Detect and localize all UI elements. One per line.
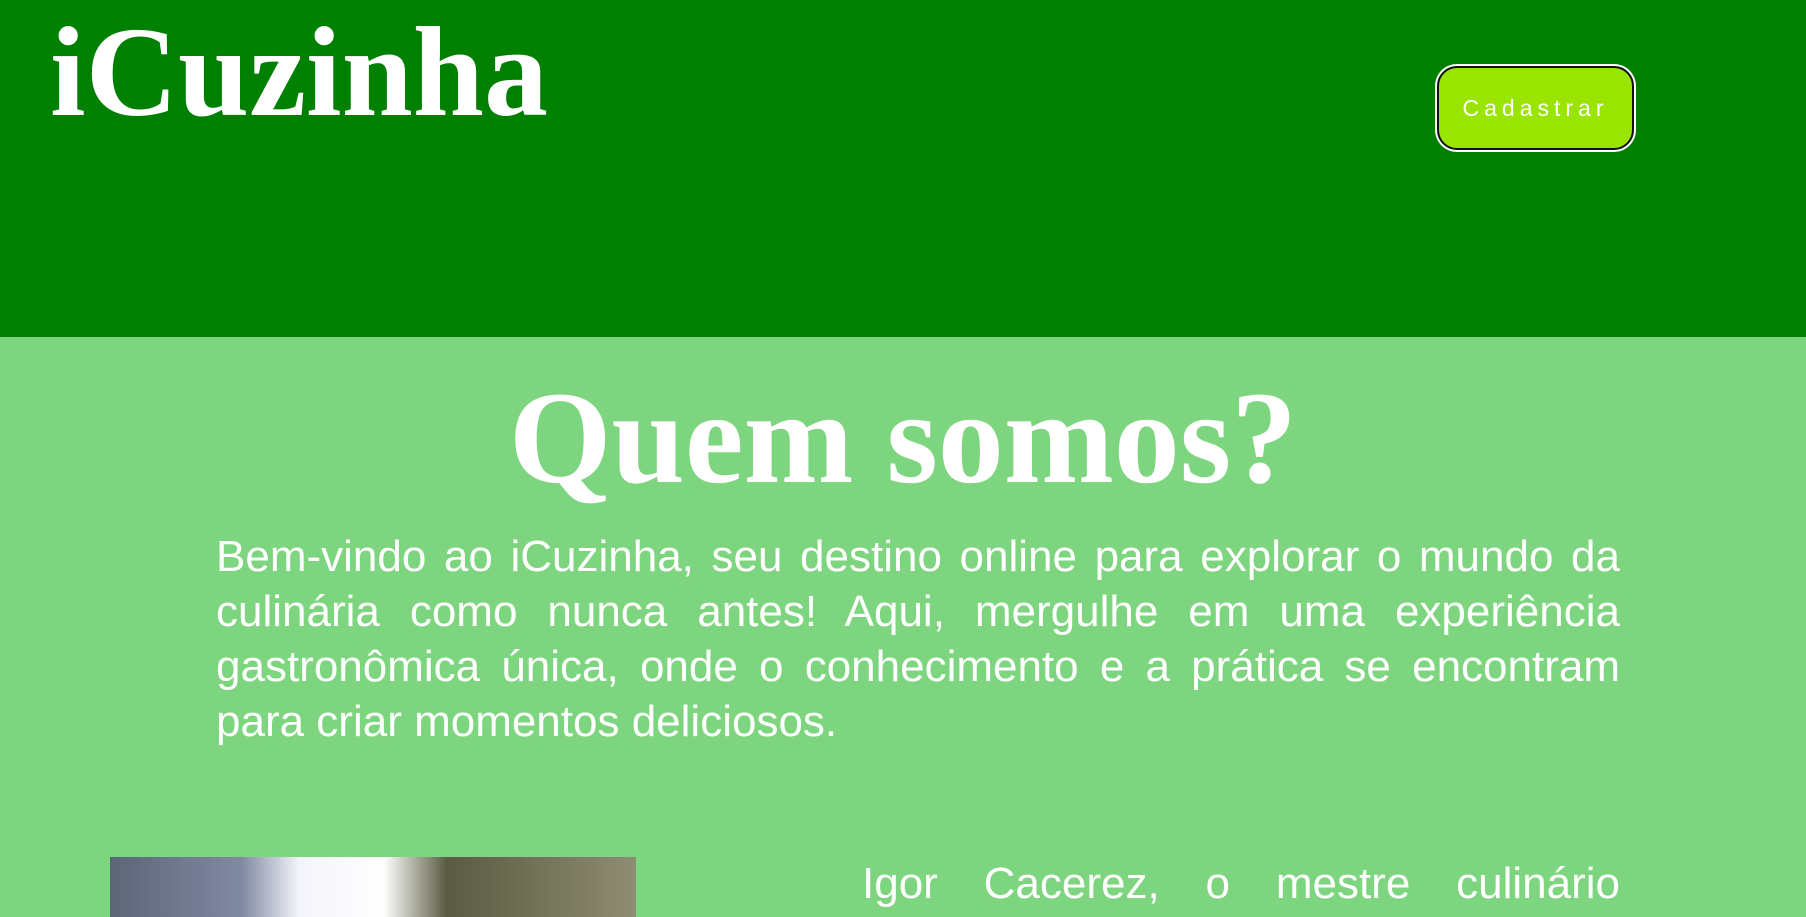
signup-button[interactable]: Cadastrar [1437, 66, 1634, 150]
about-heading: Quem somos? [508, 364, 1298, 511]
chef-description: Igor Cacerez, o mestre culinário [862, 859, 1620, 908]
site-logo-text[interactable]: iCuzinha [50, 2, 548, 142]
about-paragraph: Bem-vindo ao iCuzinha, seu destino onlin… [216, 532, 1620, 746]
top-header: iCuzinha Cadastrar [0, 0, 1806, 337]
chef-photo [110, 857, 636, 917]
